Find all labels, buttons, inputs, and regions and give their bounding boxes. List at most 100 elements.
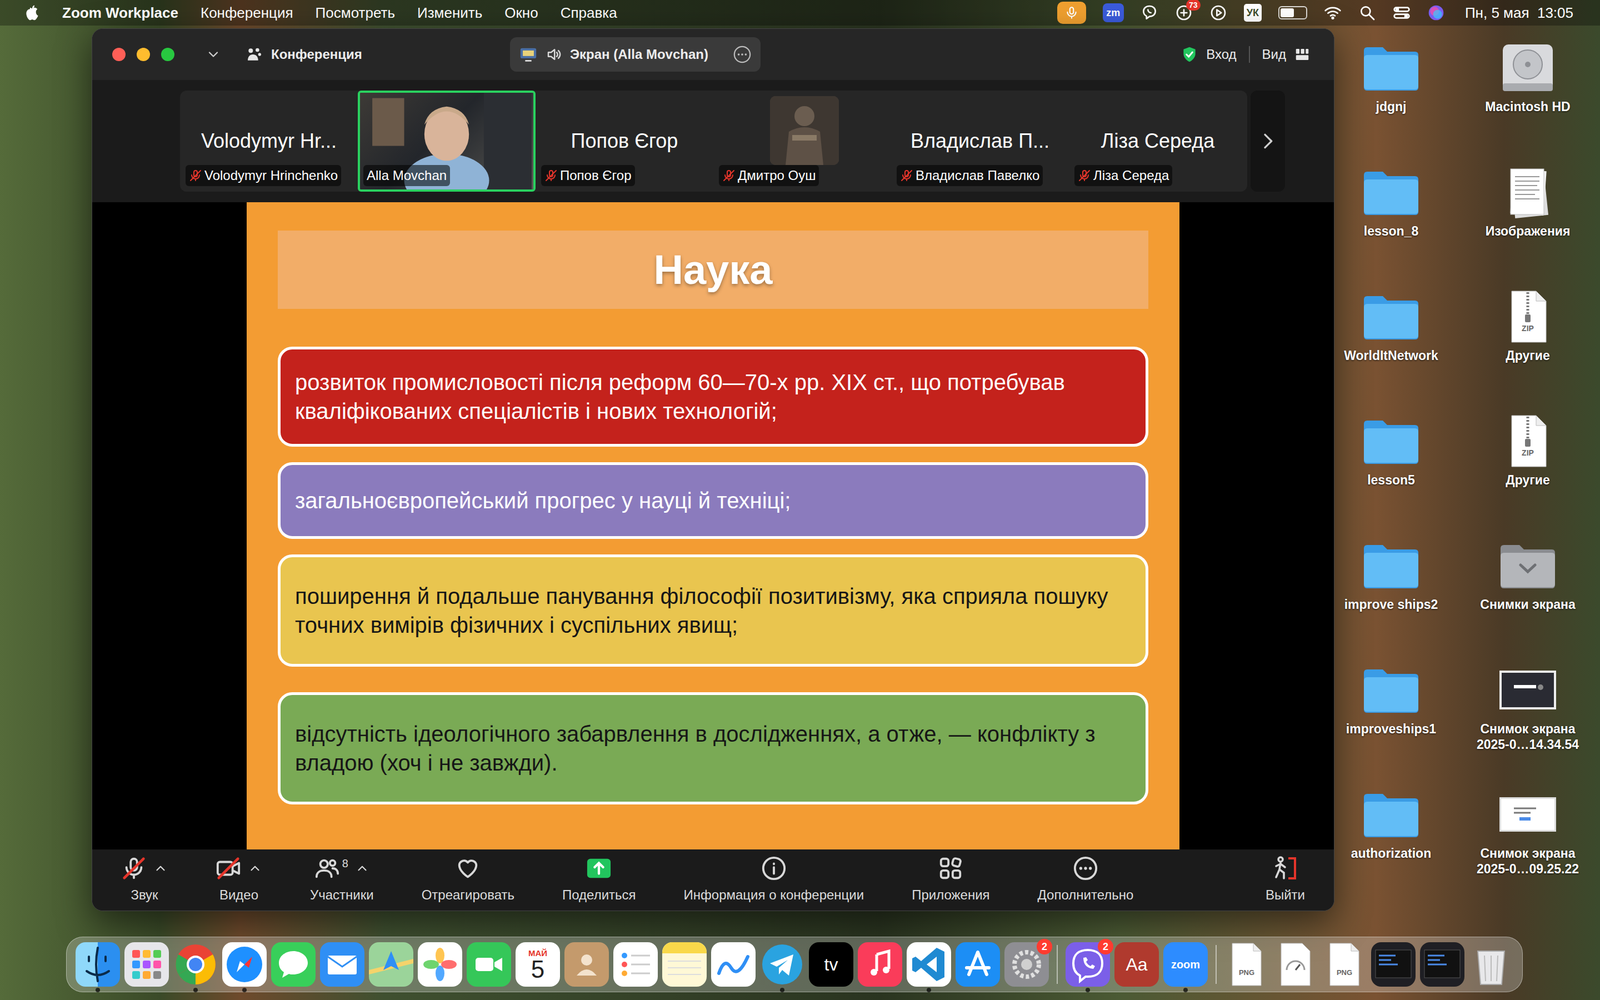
input-source[interactable]: УК xyxy=(1243,3,1262,22)
siri-status-icon[interactable] xyxy=(1427,3,1445,22)
caret-up-icon[interactable] xyxy=(247,861,263,876)
play-status-icon[interactable] xyxy=(1209,3,1228,22)
participants-button[interactable]: 8Участники xyxy=(306,855,378,905)
dock-item[interactable] xyxy=(760,942,805,987)
menu-item[interactable]: Изменить xyxy=(417,2,483,24)
participant-tile[interactable]: Alla Movchan xyxy=(357,90,536,192)
signin-button[interactable]: Вход xyxy=(1206,44,1237,65)
dock-item[interactable]: Aa xyxy=(1114,942,1159,987)
slide-item-text: розвиток промисловості після реформ 60—7… xyxy=(295,367,1132,426)
caret-up-icon[interactable] xyxy=(153,861,168,876)
dock-item[interactable] xyxy=(955,942,1000,987)
dock-item[interactable]: 2 xyxy=(1004,942,1049,987)
participant-label: Дмитро Оуш xyxy=(718,165,819,187)
desktop-item-label: Снимок экрана 2025-0…14.34.54 xyxy=(1463,721,1593,753)
search-status-icon[interactable] xyxy=(1358,3,1377,22)
menu-item[interactable]: Конференция xyxy=(200,2,294,24)
desktop-item[interactable]: Снимок экрана 2025-0…14.34.54 xyxy=(1459,662,1597,787)
wifi-status-icon[interactable] xyxy=(1323,3,1342,22)
dock-item[interactable]: МАЙ5 xyxy=(515,942,560,987)
participant-tile[interactable]: Владислав П...Владислав Павелко xyxy=(891,90,1069,192)
dock-item[interactable] xyxy=(75,942,120,987)
dock-item[interactable] xyxy=(1273,942,1318,987)
folder-icon xyxy=(1360,662,1422,718)
dock-item[interactable] xyxy=(368,942,414,987)
app-menu[interactable]: Zoom Workplace xyxy=(62,2,179,24)
leave-button[interactable]: Выйти xyxy=(1265,855,1305,905)
info-button[interactable]: Информация о конференции xyxy=(680,855,868,905)
share-button[interactable]: Поделиться xyxy=(558,855,640,905)
dock-item[interactable] xyxy=(173,942,218,987)
caret-up-icon[interactable] xyxy=(355,861,370,876)
desktop-item[interactable]: ZIPДругие xyxy=(1459,288,1597,414)
dock-item[interactable] xyxy=(613,942,658,987)
share-pill[interactable]: Экран (Alla Movchan) xyxy=(510,37,761,72)
menu-item[interactable]: Справка xyxy=(560,2,618,24)
zoom-icon: zoom xyxy=(1163,942,1208,987)
chevron-down-icon[interactable] xyxy=(205,46,222,63)
desktop-item[interactable]: Изображения xyxy=(1459,164,1597,289)
viber-status-icon[interactable] xyxy=(1140,3,1159,22)
dock-item[interactable]: PNG xyxy=(1322,942,1367,987)
security-shield-icon[interactable] xyxy=(1180,45,1199,64)
dock-item[interactable]: 2 xyxy=(1065,942,1110,987)
dock-item[interactable] xyxy=(711,942,756,987)
participant-tile[interactable]: Volodymyr Hr...Volodymyr Hrinchenko xyxy=(180,90,358,192)
dock-item[interactable] xyxy=(466,942,512,987)
apps-button[interactable]: Приложения xyxy=(908,855,993,905)
dock-item[interactable] xyxy=(222,942,267,987)
close-button[interactable] xyxy=(112,47,126,62)
toolbar-label: Поделиться xyxy=(562,885,637,905)
audio-button[interactable]: Звук xyxy=(117,855,172,905)
desktop-item[interactable]: improve ships2 xyxy=(1322,537,1460,663)
dock-item[interactable] xyxy=(662,942,707,987)
more-options-icon[interactable] xyxy=(732,45,752,64)
minimize-button[interactable] xyxy=(136,47,150,62)
app-status-icon[interactable]: 73 xyxy=(1175,3,1193,22)
dock-item[interactable] xyxy=(320,942,365,987)
react-button[interactable]: Отреагировать xyxy=(418,855,518,905)
strip-next-button[interactable] xyxy=(1250,90,1285,192)
view-grid-icon[interactable] xyxy=(1293,46,1311,63)
dock-item[interactable] xyxy=(1420,942,1465,987)
dock-item[interactable]: tv xyxy=(808,942,854,987)
dock-item[interactable]: PNG xyxy=(1224,942,1269,987)
view-button[interactable]: Вид xyxy=(1262,44,1287,65)
desktop-item[interactable]: WorldItNetwork xyxy=(1322,288,1460,414)
desktop-item[interactable]: jdgnj xyxy=(1322,40,1460,165)
dock-item[interactable] xyxy=(124,942,169,987)
desktop-item[interactable]: lesson5 xyxy=(1322,413,1460,538)
desktop-item[interactable]: Снимки экрана xyxy=(1459,537,1597,663)
menu-item[interactable]: Посмотреть xyxy=(315,2,395,24)
battery-icon[interactable] xyxy=(1278,6,1308,20)
desktop-item[interactable]: authorization xyxy=(1322,786,1460,912)
more-button[interactable]: Дополнительно xyxy=(1034,855,1138,905)
dock-item[interactable] xyxy=(417,942,463,987)
participant-tile[interactable]: Попов ЄгорПопов Єгор xyxy=(535,90,714,192)
dock-item[interactable] xyxy=(857,942,903,987)
running-indicator xyxy=(1134,987,1139,993)
dock-item[interactable] xyxy=(1371,942,1416,987)
control-status-icon[interactable] xyxy=(1392,3,1411,22)
desktop-item[interactable]: ZIPДругие xyxy=(1459,413,1597,538)
clock[interactable]: Пн, 5 мая 13:05 xyxy=(1465,2,1574,24)
apple-icon[interactable] xyxy=(24,3,40,22)
video-button[interactable]: Видео xyxy=(212,855,266,905)
zoom-status-icon[interactable]: zm xyxy=(1102,3,1124,23)
dock-item[interactable] xyxy=(906,942,952,987)
dock-item[interactable] xyxy=(564,942,609,987)
desktop-item[interactable]: Macintosh HD xyxy=(1459,40,1597,165)
dock-item[interactable]: zoom xyxy=(1163,942,1208,987)
mic-status-icon[interactable] xyxy=(1057,1,1087,24)
desktop-item[interactable]: Снимок экрана 2025-0…09.25.22 xyxy=(1459,786,1597,912)
zoom-button[interactable] xyxy=(161,47,175,62)
participant-tile[interactable]: Дмитро Оуш xyxy=(713,90,892,192)
dock-item[interactable] xyxy=(1468,942,1514,987)
dock-art xyxy=(320,942,365,987)
desktop-item[interactable]: lesson_8 xyxy=(1322,164,1460,289)
dock-item[interactable] xyxy=(271,942,316,987)
toolbar-label: Звук xyxy=(130,885,158,905)
menu-item[interactable]: Окно xyxy=(504,2,538,24)
participant-tile[interactable]: Ліза СередаЛіза Середа xyxy=(1068,90,1247,192)
desktop-item[interactable]: improveships1 xyxy=(1322,662,1460,787)
